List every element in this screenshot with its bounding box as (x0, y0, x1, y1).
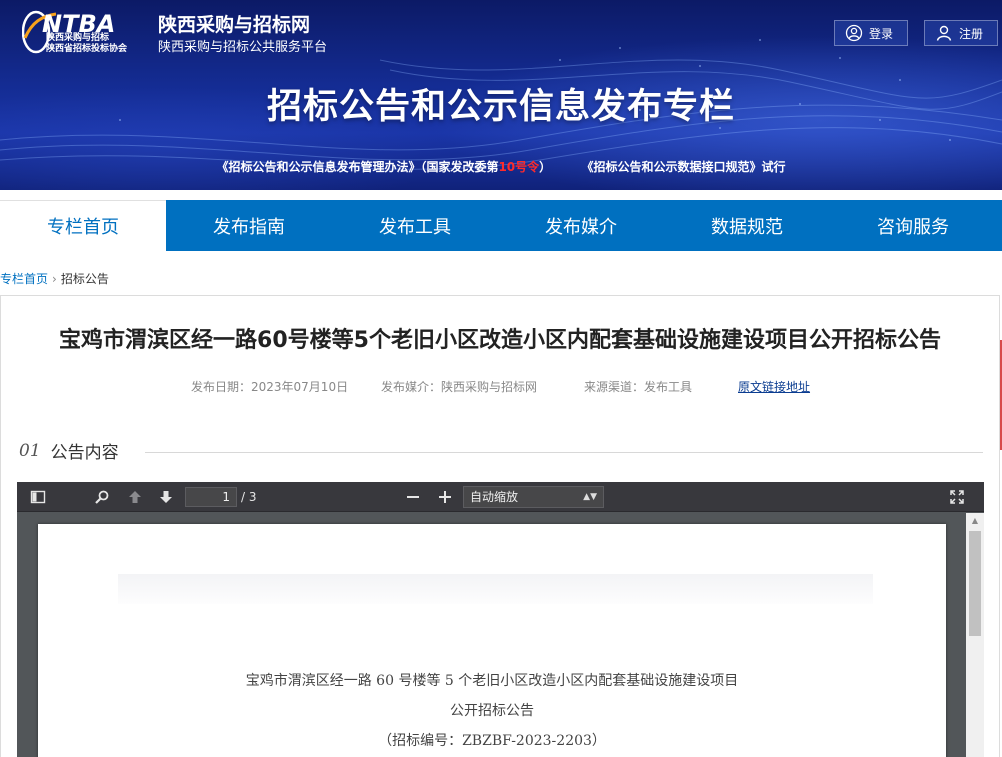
article-panel: 宝鸡市渭滨区经一路60号楼等5个老旧小区改造小区内配套基础设施建设项目公开招标公… (0, 295, 1000, 757)
page-number-input[interactable]: 1 (185, 487, 237, 507)
scroll-thumb[interactable] (969, 531, 981, 636)
original-link[interactable]: 原文链接地址 (738, 378, 810, 395)
sidebar-toggle-icon[interactable] (28, 487, 48, 507)
notice-text-1: 《招标公告和公示信息发布管理办法》（国家发改委第 (216, 160, 499, 174)
zoom-out-icon[interactable] (403, 487, 423, 507)
login-label: 登录 (869, 26, 894, 41)
pdf-text-line-2: 公开招标公告 (450, 703, 534, 719)
source-channel: 来源渠道：发布工具 (584, 380, 693, 394)
pdf-toolbar: 1 / 3 自动缩放 ▲▼ (17, 482, 984, 512)
previous-page-icon[interactable] (125, 487, 145, 507)
next-page-icon[interactable] (156, 487, 176, 507)
header-banner: NTBA 陕西采购与招标 陕西省招标投标协会 陕西采购与招标网 陕西采购与招标公… (0, 0, 1002, 190)
pdf-page: 宝鸡市渭滨区经一路 60 号楼等 5 个老旧小区改造小区内配套基础设施建设项目 … (38, 524, 946, 757)
nav-item-guide[interactable]: 发布指南 (166, 200, 332, 251)
zoom-select-value: 自动缩放 (470, 490, 519, 504)
zoom-in-icon[interactable] (435, 487, 455, 507)
nav-item-consult[interactable]: 咨询服务 (830, 200, 996, 251)
breadcrumb-current: 招标公告 (60, 272, 109, 286)
notice-text-2: ） (539, 160, 552, 174)
page-total: / 3 (241, 490, 257, 504)
article-title: 宝鸡市渭滨区经一路60号楼等5个老旧小区改造小区内配套基础设施建设项目公开招标公… (59, 328, 941, 353)
notice-spec-link[interactable]: 《招标公告和公示数据接口规范》试行 (582, 160, 786, 174)
main-nav: 专栏首页 发布指南 发布工具 发布媒介 数据规范 咨询服务 (0, 200, 1002, 251)
nav-item-home[interactable]: 专栏首页 (0, 200, 166, 251)
notice-regulation-link[interactable]: 《招标公告和公示信息发布管理办法》（国家发改委第10号令） (216, 160, 551, 174)
publish-date: 发布日期：2023年07月10日 (191, 380, 349, 394)
banner-notice: 《招标公告和公示信息发布管理办法》（国家发改委第10号令） 《招标公告和公示数据… (0, 158, 1002, 175)
nav-item-tools[interactable]: 发布工具 (332, 200, 498, 251)
nav-item-media[interactable]: 发布媒介 (498, 200, 664, 251)
section-heading: 01 公告内容 (19, 438, 119, 464)
pdf-scrollbar[interactable]: ▲ (966, 513, 984, 757)
chevron-right-icon: › (52, 272, 57, 286)
select-arrows-icon: ▲▼ (583, 492, 597, 502)
section-number: 01 (19, 440, 41, 461)
breadcrumb: 专栏首页 › 招标公告 (0, 270, 109, 287)
notice-order-number: 10号令 (498, 160, 540, 174)
pdf-text-line-3: （招标编号：ZBZBF-2023-2203） (378, 733, 606, 749)
site-name: 陕西采购与招标网 (158, 14, 311, 36)
search-icon[interactable] (92, 487, 112, 507)
user-icon (936, 25, 952, 41)
section-divider (145, 452, 983, 453)
pdf-viewer: 1 / 3 自动缩放 ▲▼ 宝鸡市渭滨区经一路 60 号楼等 5 个老旧小区改造 (17, 482, 984, 757)
banner-title: 招标公告和公示信息发布专栏 (266, 87, 735, 127)
zoom-select[interactable]: 自动缩放 ▲▼ (463, 486, 604, 508)
logo-subtitle-2: 陕西省招标投标协会 (46, 44, 128, 54)
user-circle-icon (845, 24, 863, 42)
pdf-scan-shade (118, 574, 873, 604)
pdf-text-line-1: 宝鸡市渭滨区经一路 60 号楼等 5 个老旧小区改造小区内配套基础设施建设项目 (245, 673, 739, 689)
scroll-up-icon[interactable]: ▲ (966, 513, 984, 529)
nav-item-spec[interactable]: 数据规范 (664, 200, 830, 251)
login-button[interactable]: 登录 (834, 20, 908, 46)
section-label: 公告内容 (50, 443, 119, 463)
fullscreen-icon[interactable] (947, 487, 967, 507)
publish-media: 发布媒介：陕西采购与招标网 (381, 380, 538, 394)
site-subtitle: 陕西采购与招标公共服务平台 (158, 40, 328, 55)
breadcrumb-home-link[interactable]: 专栏首页 (0, 272, 48, 286)
register-button[interactable]: 注册 (924, 20, 998, 46)
register-label: 注册 (959, 26, 984, 41)
